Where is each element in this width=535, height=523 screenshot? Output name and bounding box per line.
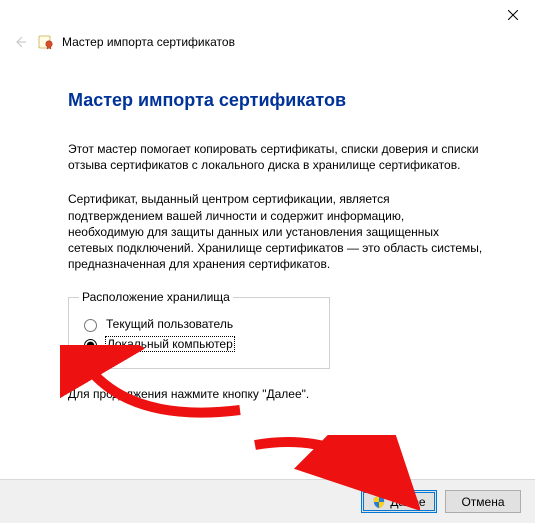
next-button-label: Далее — [390, 495, 425, 509]
page-heading: Мастер импорта сертификатов — [68, 90, 483, 111]
radio-current-user-row[interactable]: Текущий пользователь — [79, 316, 319, 332]
store-location-legend: Расположение хранилища — [79, 290, 233, 304]
wizard-footer: Далее Отмена — [0, 479, 535, 523]
explain-paragraph: Сертификат, выданный центром сертификаци… — [68, 191, 483, 272]
cancel-button-label: Отмена — [461, 495, 504, 509]
radio-local-computer-row[interactable]: Локальный компьютер — [79, 336, 319, 352]
back-arrow-icon — [12, 34, 28, 50]
radio-current-user-label[interactable]: Текущий пользователь — [106, 317, 233, 331]
radio-local-computer[interactable] — [84, 339, 97, 352]
close-button[interactable] — [491, 0, 535, 30]
radio-local-computer-label[interactable]: Локальный компьютер — [106, 337, 234, 351]
intro-paragraph: Этот мастер помогает копировать сертифик… — [68, 141, 483, 173]
titlebar — [0, 0, 535, 32]
wizard-title: Мастер импорта сертификатов — [62, 35, 235, 49]
continue-hint: Для продолжения нажмите кнопку "Далее". — [68, 387, 483, 401]
certificate-wizard-icon — [38, 34, 54, 50]
next-button[interactable]: Далее — [361, 490, 437, 513]
uac-shield-icon — [372, 495, 386, 509]
store-location-group: Расположение хранилища Текущий пользоват… — [68, 290, 330, 369]
back-button[interactable] — [10, 32, 30, 52]
cancel-button[interactable]: Отмена — [445, 490, 521, 513]
wizard-header: Мастер импорта сертификатов — [0, 30, 535, 54]
radio-current-user[interactable] — [84, 319, 97, 332]
close-icon — [508, 10, 518, 20]
wizard-content: Мастер импорта сертификатов Этот мастер … — [0, 54, 535, 401]
